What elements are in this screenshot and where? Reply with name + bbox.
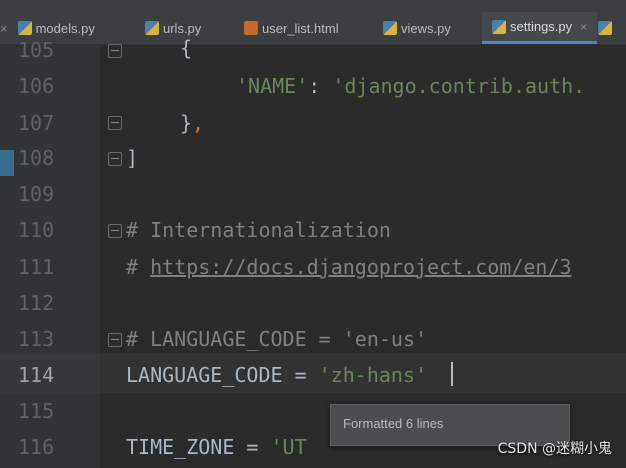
line-number: 111 xyxy=(18,255,55,279)
text-caret xyxy=(451,362,453,386)
string-literal: 'django.contrib.auth. xyxy=(332,74,586,98)
line-number: 105 xyxy=(18,38,55,62)
code-line-105[interactable]: { xyxy=(180,36,192,60)
python-file-icon xyxy=(598,21,612,35)
tab-label: views.py xyxy=(401,20,451,36)
tab-views[interactable]: views.py xyxy=(383,12,451,44)
line-number: 106 xyxy=(18,74,55,98)
code-line-111[interactable]: # https://docs.djangoproject.com/en/3 xyxy=(126,255,572,279)
python-file-icon xyxy=(383,21,397,35)
tab-settings[interactable]: settings.py × xyxy=(482,12,598,44)
docs-link[interactable]: https://docs.djangoproject.com/en/3 xyxy=(150,255,571,279)
string-literal: 'UT xyxy=(270,435,307,459)
tab-label: models.py xyxy=(35,20,95,36)
python-file-icon xyxy=(145,21,159,35)
editor-tab-bar: × models.py urls.py user_list.html views… xyxy=(0,0,626,45)
tab-user-list[interactable]: user_list.html xyxy=(244,12,339,44)
code-line-114[interactable]: LANGUAGE_CODE = 'zh-hans' xyxy=(126,363,427,387)
dict-key: 'NAME' xyxy=(236,74,309,98)
line-number: 113 xyxy=(18,327,55,351)
fold-marker-icon[interactable] xyxy=(108,224,122,238)
line-number: 108 xyxy=(18,146,55,170)
code-line-108[interactable]: ] xyxy=(126,146,138,170)
fold-marker-icon[interactable] xyxy=(108,44,122,58)
tab-overflow[interactable] xyxy=(598,12,626,44)
fold-marker-icon[interactable] xyxy=(108,152,122,166)
line-number: 116 xyxy=(18,435,55,459)
line-number: 115 xyxy=(18,399,55,423)
line-number: 110 xyxy=(18,218,55,242)
python-file-icon xyxy=(17,21,32,35)
change-marker xyxy=(0,150,14,176)
tab-label: settings.py xyxy=(510,19,573,34)
fold-marker-icon[interactable] xyxy=(108,333,122,347)
fold-marker-icon[interactable] xyxy=(108,116,122,130)
line-number: 112 xyxy=(18,291,55,315)
line-number: 107 xyxy=(18,111,55,135)
html-file-icon xyxy=(244,21,258,35)
tab-label: urls.py xyxy=(163,20,202,36)
tab-label: user_list.html xyxy=(262,20,339,36)
code-line-107[interactable]: }, xyxy=(180,111,204,135)
tab-urls[interactable]: urls.py xyxy=(145,12,201,44)
string-literal: 'zh-hans' xyxy=(318,363,428,387)
python-file-icon xyxy=(492,19,506,34)
code-line-110[interactable]: # Internationalization xyxy=(126,218,391,242)
code-line-113[interactable]: # LANGUAGE_CODE = 'en-us' xyxy=(126,327,427,351)
line-number: 109 xyxy=(18,182,55,206)
code-line-116[interactable]: TIME_ZONE = 'UT xyxy=(126,435,307,459)
tab-close-icon[interactable]: × xyxy=(0,21,8,36)
code-line-106[interactable]: 'NAME': 'django.contrib.auth. xyxy=(236,74,585,98)
close-icon[interactable]: × xyxy=(580,20,587,34)
line-number: 114 xyxy=(18,363,55,387)
watermark: CSDN @迷糊小鬼 xyxy=(497,441,612,457)
